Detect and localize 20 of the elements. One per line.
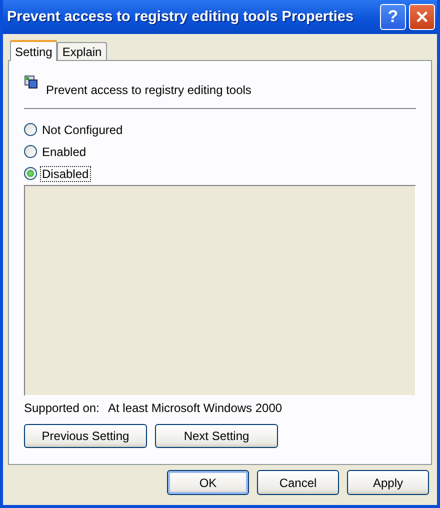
- window-title: Prevent access to registry editing tools Properties: [7, 9, 355, 25]
- help-button[interactable]: ?: [380, 4, 406, 30]
- tab[interactable]: Setting: [10, 40, 58, 61]
- policy-icon: [24, 75, 38, 89]
- option-label[interactable]: Not Configured: [40, 122, 125, 138]
- close-button[interactable]: ✕: [409, 4, 435, 30]
- option-label[interactable]: Enabled: [40, 144, 88, 160]
- dialog-button[interactable]: Cancel: [257, 470, 339, 495]
- radio-button[interactable]: [24, 123, 37, 136]
- nav-button[interactable]: Next Setting: [155, 424, 278, 448]
- dialog-button[interactable]: Apply: [347, 470, 429, 495]
- policy-name: Prevent access to registry editing tools: [46, 83, 252, 97]
- tab[interactable]: Explain: [57, 42, 107, 60]
- radio-button[interactable]: [24, 145, 37, 158]
- supported-label: Supported on:: [24, 401, 100, 417]
- dialog-button[interactable]: OK: [167, 470, 249, 495]
- nav-button[interactable]: Previous Setting: [24, 424, 147, 448]
- radio-button[interactable]: [24, 167, 37, 180]
- option-label[interactable]: Disabled: [40, 166, 91, 182]
- supported-value: At least Microsoft Windows 2000: [108, 401, 282, 417]
